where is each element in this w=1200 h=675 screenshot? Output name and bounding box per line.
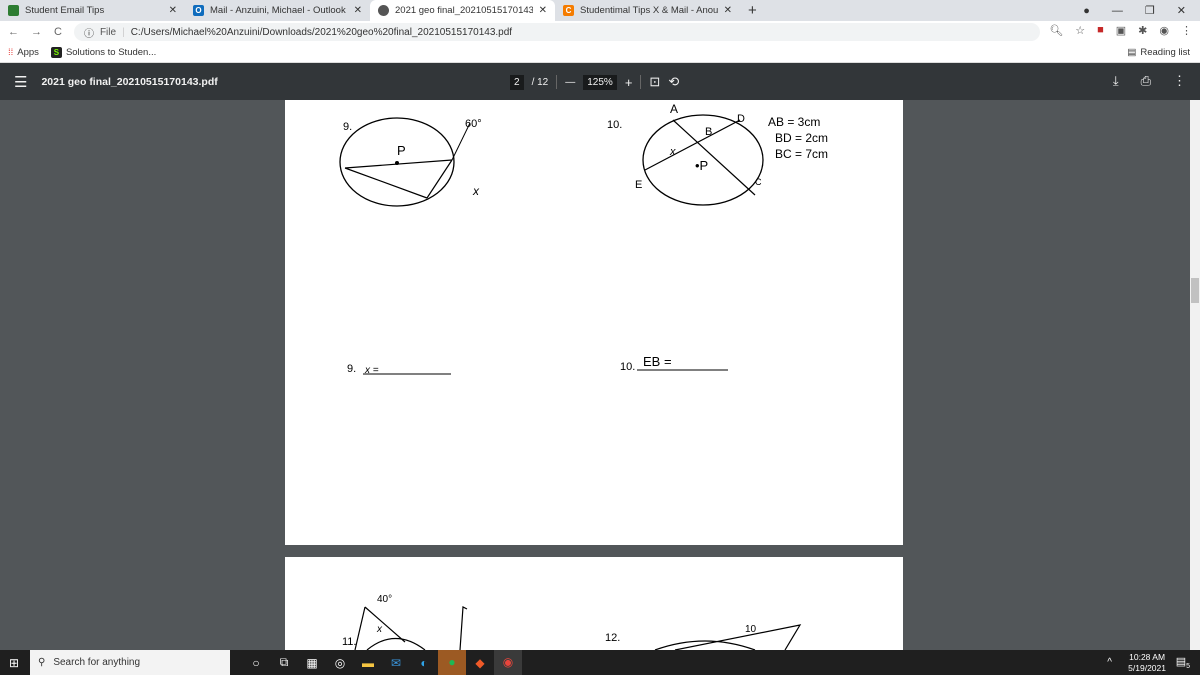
task-view-icon[interactable]: ⧉ (270, 655, 298, 670)
scrollbar-thumb[interactable] (1191, 278, 1199, 303)
rotate-icon[interactable]: ⟲ (668, 74, 679, 90)
forward-button[interactable]: → (31, 26, 42, 38)
svg-text:D: D (737, 113, 745, 125)
close-tab-icon[interactable]: ✕ (539, 5, 547, 16)
outlook-icon: O (193, 5, 204, 16)
svg-text:•P: •P (695, 158, 708, 173)
search-icon: ⚲ (38, 657, 46, 668)
cortana-icon[interactable]: ○ (242, 656, 270, 670)
green-logo-icon (8, 5, 19, 16)
bookmark-item[interactable]: S Solutions to Studen... (50, 47, 156, 58)
extension-icon[interactable]: ▣ (1116, 24, 1126, 37)
origin-icon[interactable]: ◆ (466, 656, 494, 670)
pdf-toolbar: ☰ 2021 geo final_20210515170143.pdf 2 / … (0, 63, 1200, 100)
zoom-in-button[interactable]: + (625, 75, 633, 90)
download-icon[interactable]: ⤓ (1113, 73, 1119, 89)
svg-text:B: B (705, 126, 712, 138)
close-tab-icon[interactable]: ✕ (169, 5, 177, 16)
notifications-icon[interactable]: ▤5 (1176, 655, 1190, 670)
svg-text:9.: 9. (347, 363, 356, 375)
avatar[interactable]: ◉ (1159, 24, 1169, 37)
svg-text:AB = 3cm: AB = 3cm (768, 115, 820, 129)
zoom-out-button[interactable]: — (565, 77, 575, 88)
menu-icon[interactable]: ☰ (0, 73, 41, 91)
reload-button[interactable]: C (54, 26, 62, 38)
edge-icon[interactable]: ◐ (410, 656, 438, 670)
zoom-icon[interactable]: 🔍︎ (1049, 24, 1063, 37)
reading-list-button[interactable]: ▤ Reading list (1127, 47, 1190, 58)
taskbar-search[interactable]: ⚲ Search for anything (30, 650, 230, 675)
apps-bookmark[interactable]: ⁞⁞ Apps (8, 47, 39, 58)
omnibox[interactable]: ⓘ File | C:/Users/Michael%20Anzuini/Downl… (73, 23, 1040, 41)
svg-text:40°: 40° (377, 594, 392, 605)
file-explorer-icon[interactable]: ▬ (354, 656, 382, 670)
chrome-icon[interactable]: ◉ (494, 650, 522, 675)
url-text: C:/Users/Michael%20Anzuini/Downloads/202… (130, 26, 513, 38)
pdf-title: 2021 geo final_20210515170143.pdf (41, 75, 218, 88)
menu-icon[interactable]: ⋮ (1181, 24, 1192, 37)
address-bar-row: ← → C ⓘ File | C:/Users/Michael%20Anzuini… (0, 21, 1200, 43)
scrollbar[interactable] (1190, 100, 1200, 650)
close-tab-icon[interactable]: ✕ (354, 5, 362, 16)
tab-student-email[interactable]: Student Email Tips ✕ (0, 0, 185, 21)
close-tab-icon[interactable]: ✕ (724, 5, 732, 16)
svg-text:10.: 10. (620, 361, 635, 373)
svg-text:P: P (397, 143, 406, 158)
more-icon[interactable]: ⋮ (1173, 73, 1186, 89)
tab-pdf[interactable]: 2021 geo final_20210515170143.pdf✕ (370, 0, 555, 21)
mail-icon[interactable]: ✉ (382, 656, 410, 670)
svg-text:60°: 60° (465, 118, 482, 130)
svg-text:x: x (669, 146, 676, 158)
puzzle-icon[interactable]: ✱ (1138, 24, 1147, 37)
new-tab-button[interactable]: + (740, 2, 765, 19)
bookmarks-bar: ⁞⁞ Apps S Solutions to Studen... ▤ Reading … (0, 43, 1200, 63)
store-icon[interactable]: ▦ (298, 656, 326, 670)
answer-10-label: EB = (643, 354, 672, 369)
spotify-icon[interactable]: ● (438, 650, 466, 675)
svg-text:x: x (376, 624, 383, 635)
windows-start-icon[interactable]: ⊞ (9, 656, 19, 670)
restore-button[interactable]: ❐ (1145, 4, 1155, 17)
star-icon[interactable]: ☆ (1075, 24, 1085, 37)
svg-text:E: E (635, 179, 642, 191)
info-icon: ⓘ (83, 28, 94, 40)
reading-list-icon: ▤ (1127, 47, 1137, 58)
clock[interactable]: 10:28 AM 5/19/2021 (1128, 652, 1166, 674)
tab-strip: Student Email Tips ✕ O Mail - Anzuini, Mic… (0, 0, 1200, 21)
taskbar: ⊞ ⚲ Search for anything ○ ⧉ ▦ ◎ ▬ ✉ ◐ ● ◆… (0, 650, 1200, 675)
minimize-button[interactable]: — (1112, 5, 1123, 17)
svg-text:C: C (755, 177, 762, 187)
c-logo-icon: C (563, 5, 574, 16)
zoom-input[interactable]: 125% (583, 74, 617, 90)
question-10-number: 10. (607, 119, 622, 131)
page-number-input[interactable]: 2 (510, 74, 524, 90)
svg-text:11.: 11. (342, 636, 356, 648)
close-window-button[interactable]: ✕ (1177, 4, 1186, 17)
question-9-number: 9. (343, 121, 352, 133)
profile-icon[interactable]: ● (1083, 5, 1090, 17)
tab-outlook[interactable]: O Mail - Anzuini, Michael - Outlook ✕ (185, 0, 370, 21)
pdf-page-2: 9. P 60° x 10. A B D E C x •P AB = 3cm B… (285, 100, 903, 545)
svg-text:BC = 7cm: BC = 7cm (775, 147, 828, 161)
s-logo-icon: S (50, 47, 62, 58)
tab-studentimal[interactable]: C Studentimal Tips X & Mail - Anou ✕ (555, 0, 740, 21)
svg-text:x: x (472, 184, 480, 198)
app-icon[interactable]: ◎ (326, 656, 354, 670)
extension-icon[interactable]: ■ (1097, 24, 1104, 37)
svg-text:A: A (670, 102, 678, 116)
svg-text:10: 10 (745, 624, 757, 635)
svg-text:BD = 2cm: BD = 2cm (775, 131, 828, 145)
fit-page-icon[interactable]: ⊡ (649, 74, 660, 90)
tray-chevron-icon[interactable]: ^ (1107, 657, 1112, 668)
globe-icon (378, 5, 389, 16)
apps-grid-icon: ⁞⁞ (8, 47, 14, 58)
print-icon[interactable]: ⎙ (1141, 73, 1151, 89)
svg-text:12.: 12. (605, 632, 620, 644)
pdf-page-3: 40° x 11. 12. 10 (285, 557, 903, 651)
back-button[interactable]: ← (8, 26, 19, 38)
